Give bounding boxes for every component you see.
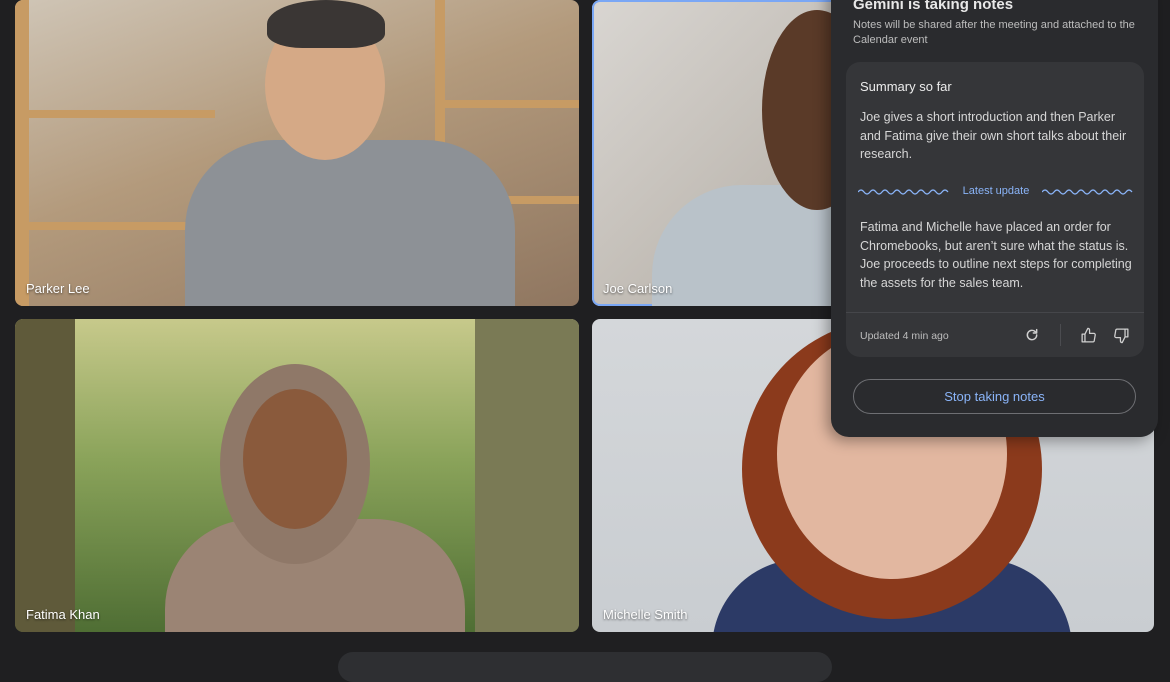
- bookshelf: [15, 0, 29, 306]
- divider: [1060, 324, 1061, 346]
- updated-timestamp: Updated 4 min ago: [860, 330, 949, 342]
- participant-name: Fatima Khan: [26, 607, 100, 622]
- wavy-line-icon: [1042, 189, 1133, 195]
- summary-card: Summary so far Joe gives a short introdu…: [846, 62, 1144, 357]
- summary-text: Joe gives a short introduction and then …: [860, 110, 1127, 161]
- video-tile-fatima-khan[interactable]: Fatima Khan: [15, 319, 579, 632]
- panel-title: Gemini is taking notes: [853, 0, 1014, 13]
- panel-subtitle: Notes will be shared after the meeting a…: [853, 19, 1135, 46]
- meeting-controls-bar: [338, 652, 832, 682]
- summary-heading: Summary so far: [860, 79, 952, 94]
- summary-text: Fatima and Michelle have placed an order…: [860, 220, 1132, 290]
- divider: [846, 312, 1144, 313]
- tree-trunk: [15, 319, 75, 632]
- participant-name: Joe Carlson: [603, 281, 673, 296]
- tree-trunk: [475, 319, 579, 632]
- bookshelf: [15, 110, 215, 118]
- thumbs-up-icon[interactable]: [1077, 324, 1099, 346]
- gemini-notes-panel: Gemini is taking notes Notes will be sha…: [831, 0, 1158, 437]
- participant-name: Michelle Smith: [603, 607, 688, 622]
- video-tile-parker-lee[interactable]: Parker Lee: [15, 0, 579, 306]
- participant-name: Parker Lee: [26, 281, 90, 296]
- stop-taking-notes-button[interactable]: Stop taking notes: [853, 379, 1136, 414]
- refresh-icon[interactable]: [1021, 324, 1043, 346]
- latest-update-label: Latest update: [962, 185, 1030, 197]
- latest-update-divider: Latest update: [858, 184, 1134, 202]
- thumbs-down-icon[interactable]: [1110, 324, 1132, 346]
- bookshelf: [435, 100, 579, 108]
- wavy-line-icon: [858, 189, 949, 195]
